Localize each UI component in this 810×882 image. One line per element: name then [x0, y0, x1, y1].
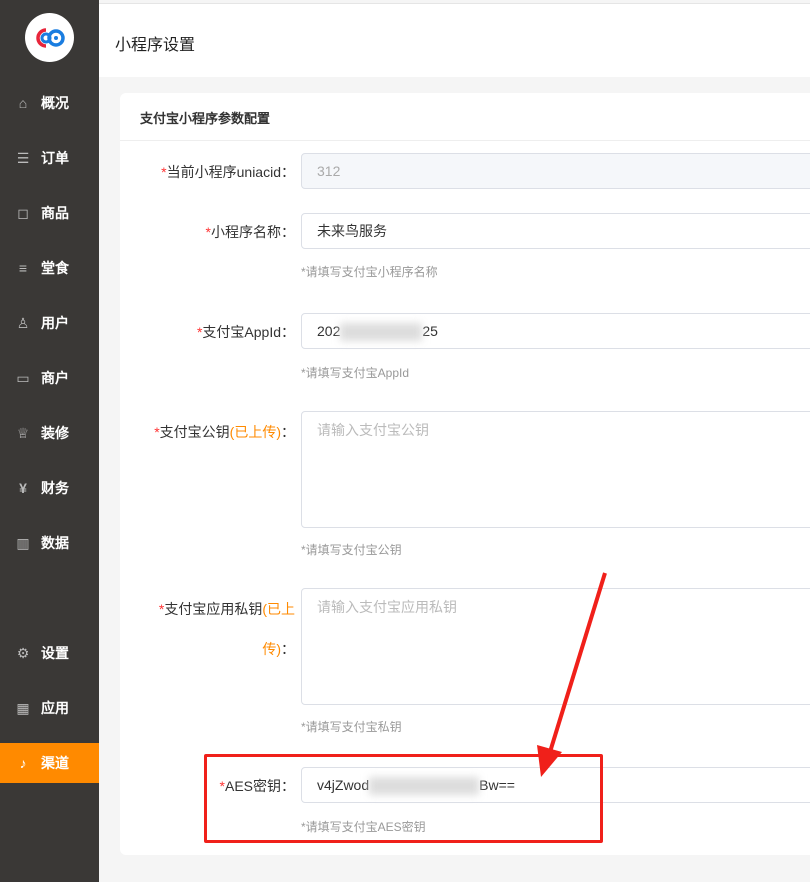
pubkey-label: *支付宝公钥(已上传)：	[154, 424, 295, 440]
uniacid-input[interactable]: 312	[301, 153, 810, 189]
menu-icon: ≡	[18, 260, 28, 276]
sidebar-item-label: 渠道	[41, 755, 69, 771]
name-input[interactable]: 未来鸟服务	[301, 213, 810, 249]
sidebar-item-label: 应用	[41, 700, 69, 716]
privkey-hint: *请填写支付宝私钥	[301, 720, 402, 734]
page-title: 小程序设置	[115, 37, 196, 54]
name-hint: *请填写支付宝小程序名称	[301, 265, 438, 279]
sidebar-item-7[interactable]: ¥ 财务	[0, 468, 99, 508]
crown-icon: ♕	[16, 424, 30, 441]
appid-hint: *请填写支付宝AppId	[301, 366, 410, 380]
sidebar-item-10[interactable]: ▦ 应用	[0, 688, 99, 728]
chart-icon: ▥	[16, 534, 30, 551]
sidebar-item-label: 数据	[41, 535, 69, 551]
sidebar-item-11[interactable]: ♪ 渠道	[0, 743, 99, 783]
sidebar-item-4[interactable]: ♙ 用户	[0, 303, 99, 343]
pubkey-textarea[interactable]: 请输入支付宝公钥	[301, 411, 810, 528]
sidebar-item-label: 商户	[41, 370, 69, 386]
settings-card: 支付宝小程序参数配置 *当前小程序uniacid： 312 *小程序名称： 未来…	[120, 93, 810, 855]
card-title: 支付宝小程序参数配置	[120, 93, 810, 141]
annotation-highlight-box	[204, 754, 603, 843]
privkey-label: *支付宝应用私钥(已上	[158, 601, 295, 617]
apps-icon: ▦	[16, 699, 30, 716]
sidebar-item-8[interactable]: ▥ 数据	[0, 523, 99, 563]
sidebar-item-label: 订单	[41, 150, 69, 166]
sidebar-item-label: 概况	[41, 95, 69, 111]
sidebar-item-9[interactable]: ⚙ 设置	[0, 633, 99, 673]
uniacid-label: *当前小程序uniacid：	[161, 164, 295, 180]
appid-input[interactable]: 202 25	[301, 313, 810, 349]
bag-icon: ◻	[17, 204, 29, 221]
sidebar-item-label: 财务	[41, 480, 69, 496]
home-icon: ⌂	[18, 95, 28, 111]
privkey-textarea[interactable]: 请输入支付宝应用私钥	[301, 588, 810, 705]
finance-icon: ¥	[19, 480, 27, 496]
sidebar: ⌂ 概况 ☰ 订单 ◻ 商品 ≡ 堂食 ♙ 用户 ▭ 商户 ♕ 装修 ¥ 财务 ▥ 数据 ⚙ 设置 ▦ 应用 ♪ 渠道	[0, 0, 99, 882]
user-icon: ♙	[16, 314, 30, 331]
top-bar: 小程序设置	[99, 3, 810, 77]
appid-label: *支付宝AppId：	[196, 324, 295, 340]
sidebar-item-0[interactable]: ⌂ 概况	[0, 83, 99, 123]
sidebar-item-label: 堂食	[41, 260, 69, 276]
sidebar-item-5[interactable]: ▭ 商户	[0, 358, 99, 398]
channel-icon: ♪	[19, 755, 27, 771]
gear-icon: ⚙	[16, 644, 30, 661]
sidebar-item-label: 商品	[41, 205, 69, 221]
sidebar-item-6[interactable]: ♕ 装修	[0, 413, 99, 453]
order-icon: ☰	[16, 149, 30, 166]
pubkey-hint: *请填写支付宝公钥	[301, 543, 402, 557]
sidebar-item-3[interactable]: ≡ 堂食	[0, 248, 99, 288]
privkey-label-cont: 传)：	[262, 641, 295, 657]
name-label: *小程序名称：	[205, 224, 295, 240]
sidebar-item-label: 设置	[41, 645, 69, 661]
sidebar-item-label: 装修	[41, 425, 69, 441]
sidebar-item-1[interactable]: ☰ 订单	[0, 138, 99, 178]
store-icon: ▭	[16, 369, 30, 386]
sidebar-item-2[interactable]: ◻ 商品	[0, 193, 99, 233]
logo	[25, 13, 74, 62]
sidebar-item-label: 用户	[41, 315, 69, 331]
